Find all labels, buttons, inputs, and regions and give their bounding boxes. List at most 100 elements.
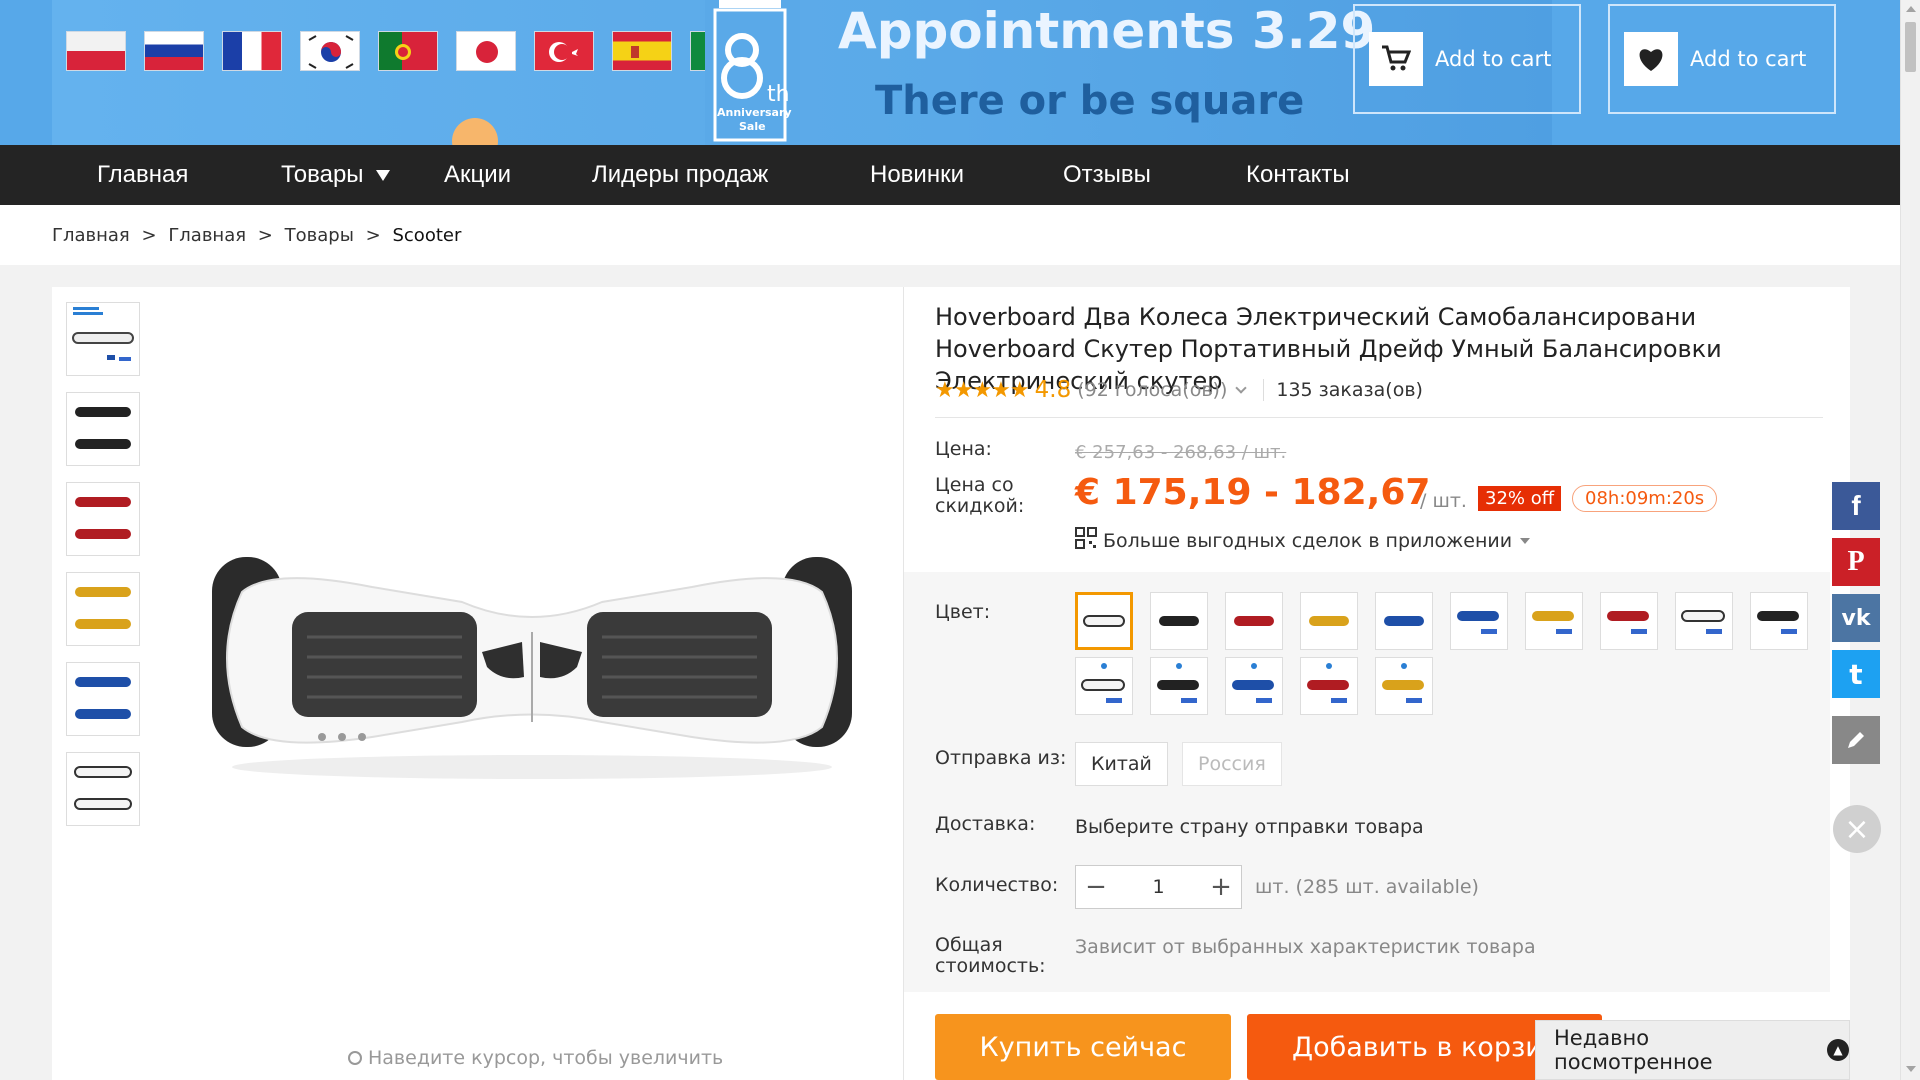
color-swatch-red-bt[interactable] (1300, 657, 1358, 715)
breadcrumb-home-2[interactable]: Главная (168, 225, 246, 246)
breadcrumb-separator: > (365, 225, 381, 246)
zoom-hint-text: Наведите курсор, чтобы увеличить (368, 1047, 724, 1069)
color-swatch-black[interactable] (1150, 592, 1208, 650)
total-label: Общая стоимость: (935, 934, 1046, 977)
color-swatch-gold[interactable] (1300, 592, 1358, 650)
pinterest-glyph: P (1847, 546, 1865, 577)
flag-korea-icon[interactable] (300, 31, 360, 71)
flag-portugal-icon[interactable] (378, 31, 438, 71)
discount-price-label: Цена со скидкой: (935, 474, 1025, 517)
page-scrollbar[interactable] (1900, 0, 1920, 1080)
scroll-down-arrow-icon[interactable] (1906, 1066, 1916, 1072)
vk-glyph: vk (1841, 605, 1871, 631)
chevron-up-icon: ▲ (1827, 1039, 1849, 1061)
thumbnail-2[interactable] (66, 392, 140, 466)
discount-badge: 32% off (1478, 486, 1562, 511)
delivery-label: Доставка: (935, 813, 1036, 835)
breadcrumb-current: Scooter (392, 225, 462, 246)
anniversary-line1: Anniversary (717, 106, 792, 119)
thumbnail-6[interactable] (66, 752, 140, 826)
vk-share-icon[interactable]: vk (1832, 594, 1880, 642)
color-swatch-black-bt[interactable] (1150, 657, 1208, 715)
scroll-thumb[interactable] (1905, 22, 1916, 72)
color-swatch-gold-bag[interactable] (1525, 592, 1583, 650)
rating-value: 4.8 (1034, 377, 1072, 403)
quantity-available: шт. (285 шт. available) (1255, 876, 1479, 898)
flag-russia-icon[interactable] (144, 31, 204, 71)
quantity-value[interactable]: 1 (1116, 866, 1201, 908)
delivery-value: Выберите страну отправки товара (1075, 816, 1424, 838)
thumbnail-1[interactable] (66, 302, 140, 376)
nav-products[interactable]: Товары (281, 145, 391, 205)
color-swatch-white-bt[interactable] (1075, 657, 1133, 715)
ship-from-russia-button[interactable]: Россия (1182, 742, 1282, 786)
nav-home[interactable]: Главная (97, 145, 188, 205)
ship-from-label: Отправка из: (935, 747, 1067, 769)
color-swatch-gold-bt[interactable] (1375, 657, 1433, 715)
color-swatch-white[interactable] (1075, 592, 1133, 650)
app-deals-link[interactable]: Больше выгодных сделок в приложении (1075, 527, 1531, 554)
price-unit: / шт. (1420, 490, 1467, 512)
recently-viewed-toggle[interactable]: Недавно посмотренное ▲ (1535, 1020, 1850, 1080)
product-gallery: Наведите курсор, чтобы увеличить (52, 287, 904, 1080)
facebook-share-icon[interactable]: f (1832, 482, 1880, 530)
nav-reviews[interactable]: Отзывы (1063, 145, 1151, 205)
color-swatch-blue-bag[interactable] (1450, 592, 1508, 650)
add-to-cart-label: Add to cart (1690, 47, 1807, 71)
thumbnail-5[interactable] (66, 662, 140, 736)
scroll-up-arrow-icon[interactable] (1906, 6, 1916, 12)
minus-icon[interactable]: − (1076, 866, 1116, 908)
buy-now-button[interactable]: Купить сейчас (935, 1014, 1231, 1080)
promo-banner[interactable]: th Anniversary Sale Appointments 3.29 Th… (0, 0, 1900, 164)
zoom-hint: Наведите курсор, чтобы увеличить (348, 1047, 723, 1069)
color-swatch-blue[interactable] (1375, 592, 1433, 650)
flag-france-icon[interactable] (222, 31, 282, 71)
heart-icon (1624, 32, 1678, 86)
color-swatch-red-bag[interactable] (1600, 592, 1658, 650)
close-icon[interactable]: × (1833, 805, 1881, 853)
flag-spain-icon[interactable] (612, 31, 672, 71)
color-swatch-blue-bt[interactable] (1225, 657, 1283, 715)
quantity-stepper[interactable]: − 1 + (1075, 865, 1242, 909)
thumbnail-3[interactable] (66, 482, 140, 556)
rating-stars: ★★★★★ (935, 377, 1030, 403)
breadcrumb-separator: > (257, 225, 273, 246)
sale-price: € 175,19 - 182,67 (1075, 472, 1431, 513)
facebook-glyph: f (1851, 490, 1861, 521)
nav-bestsellers[interactable]: Лидеры продаж (592, 145, 768, 205)
add-to-cart-label: Add to cart (1435, 47, 1552, 71)
plus-icon[interactable]: + (1201, 866, 1241, 908)
nav-contacts[interactable]: Контакты (1246, 145, 1350, 205)
pinterest-share-icon[interactable]: P (1832, 538, 1880, 586)
flag-turkey-icon[interactable] (534, 31, 594, 71)
banner-subtitle: There or be square (875, 78, 1305, 124)
twitter-share-icon[interactable]: t (1832, 650, 1880, 698)
breadcrumb-home[interactable]: Главная (52, 225, 130, 246)
anniversary-th: th (767, 82, 790, 107)
main-product-image[interactable] (202, 537, 862, 787)
color-swatch-white-bag[interactable] (1675, 592, 1733, 650)
color-swatch-red[interactable] (1225, 592, 1283, 650)
chevron-down-icon[interactable] (1235, 382, 1248, 394)
color-swatch-black-bag[interactable] (1750, 592, 1808, 650)
nav-promotions[interactable]: Акции (444, 145, 511, 205)
shopping-cart-icon (1369, 32, 1423, 86)
countdown-timer: 08h:09m:20s (1572, 485, 1718, 512)
thumbnail-4[interactable] (66, 572, 140, 646)
ship-from-china-button[interactable]: Китай (1075, 742, 1168, 786)
quantity-label: Количество: (935, 874, 1059, 896)
app-deals-text: Больше выгодных сделок в приложении (1103, 529, 1513, 552)
votes-count[interactable]: (92 голоса(ов)) (1077, 379, 1227, 401)
banner-wishlist-button[interactable]: Add to cart (1608, 4, 1836, 114)
banner-title: Appointments 3.29 (838, 2, 1376, 60)
qr-code-icon (1075, 527, 1097, 554)
twitter-glyph: t (1849, 657, 1863, 691)
breadcrumb-products[interactable]: Товары (285, 225, 354, 246)
orders-count: 135 заказа(ов) (1263, 379, 1423, 401)
flag-japan-icon[interactable] (456, 31, 516, 71)
nav-new[interactable]: Новинки (870, 145, 964, 205)
flag-poland-icon[interactable] (66, 31, 126, 71)
banner-add-to-cart-button[interactable]: Add to cart (1353, 4, 1581, 114)
price-label: Цена: (935, 438, 992, 460)
edit-pencil-icon[interactable] (1832, 716, 1880, 764)
